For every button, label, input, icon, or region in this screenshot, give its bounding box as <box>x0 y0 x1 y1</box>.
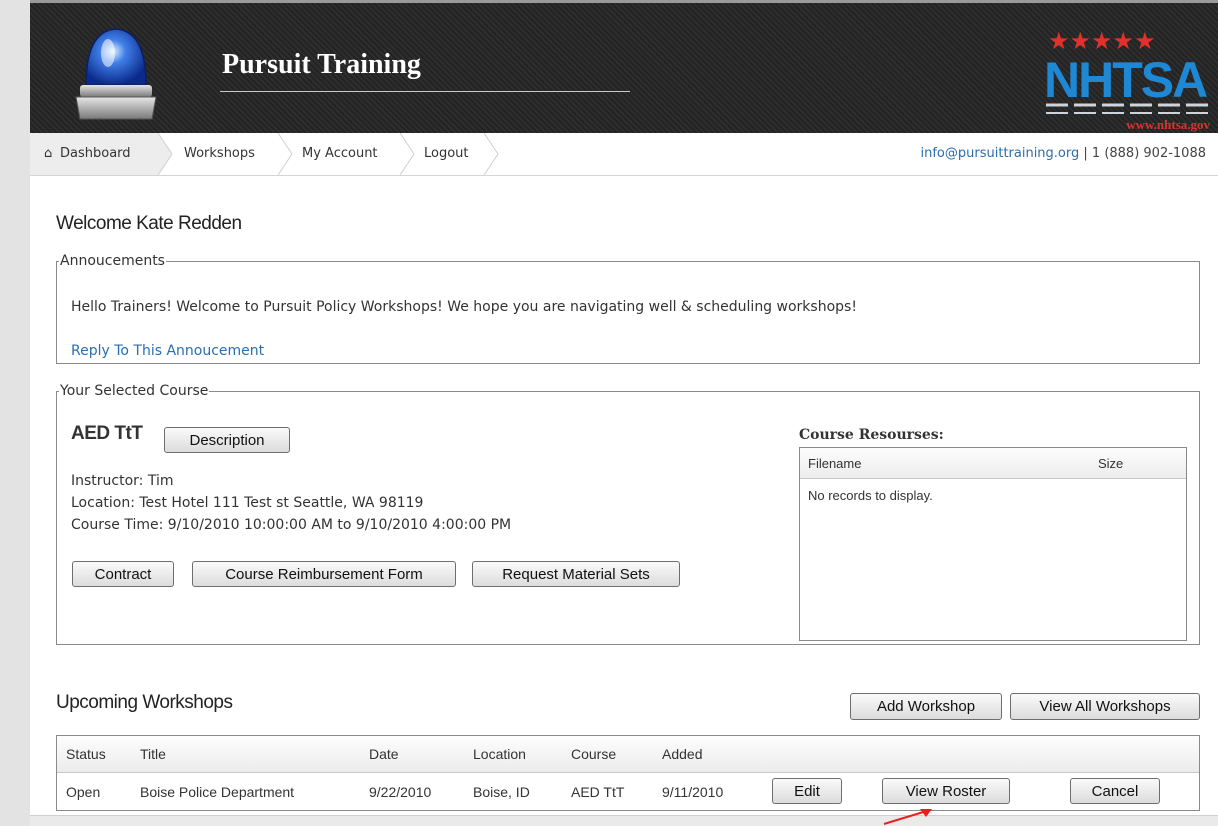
course-code: AED TtT <box>71 423 143 444</box>
nav-separator <box>158 133 173 175</box>
col-size[interactable]: Size <box>1098 456 1123 471</box>
siren-logo-icon <box>75 28 157 120</box>
nhtsa-url-text: www.nhtsa.gov <box>1126 117 1210 132</box>
nhtsa-logo-text: NHTSA <box>1044 52 1207 108</box>
table-row: Open Boise Police Department 9/22/2010 B… <box>57 772 1199 810</box>
col-title[interactable]: Title <box>140 746 166 762</box>
col-added[interactable]: Added <box>662 746 702 762</box>
home-icon: ⌂ <box>44 146 53 161</box>
nav-logout[interactable]: Logout <box>424 133 469 175</box>
cancel-button[interactable]: Cancel <box>1070 778 1160 804</box>
col-course[interactable]: Course <box>571 746 616 762</box>
course-instructor: Instructor: Tim <box>71 473 174 489</box>
row-location: Boise, ID <box>473 784 530 800</box>
workshops-table: Status Title Date Location Course Added … <box>56 735 1200 811</box>
col-location[interactable]: Location <box>473 746 526 762</box>
site-header: Pursuit Training ★★★★★ NHTSA www.nhtsa.g… <box>30 0 1218 133</box>
description-button[interactable]: Description <box>164 427 290 453</box>
nhtsa-logo[interactable]: ★★★★★ NHTSA www.nhtsa.gov <box>1044 23 1212 133</box>
row-title: Boise Police Department <box>140 784 295 800</box>
footer-strip <box>30 815 1218 826</box>
selected-course-legend: Your Selected Course <box>60 383 209 399</box>
title-underline <box>220 91 630 92</box>
row-status: Open <box>66 784 101 800</box>
upcoming-workshops-heading: Upcoming Workshops <box>56 692 233 713</box>
workshops-table-header: Status Title Date Location Course Added <box>57 736 1199 773</box>
view-all-workshops-button[interactable]: View All Workshops <box>1010 693 1200 720</box>
announcement-text: Hello Trainers! Welcome to Pursuit Polic… <box>71 299 857 315</box>
resources-empty-message: No records to display. <box>808 488 933 503</box>
row-added: 9/11/2010 <box>662 784 724 800</box>
nav-separator <box>400 133 415 175</box>
course-time: Course Time: 9/10/2010 10:00:00 AM to 9/… <box>71 517 512 533</box>
col-filename[interactable]: Filename <box>808 456 861 471</box>
row-date: 9/22/2010 <box>369 784 432 800</box>
col-status[interactable]: Status <box>66 746 106 762</box>
view-roster-button[interactable]: View Roster <box>882 778 1010 804</box>
reply-announcement-link[interactable]: Reply To This Annoucement <box>71 343 264 359</box>
contract-button[interactable]: Contract <box>72 561 174 587</box>
resources-table-header: Filename Size <box>800 448 1186 479</box>
nav-my-account[interactable]: My Account <box>302 133 378 175</box>
nav-separator <box>278 133 293 175</box>
announcements-legend: Annoucements <box>60 253 165 269</box>
selected-course-box: Your Selected Course AED TtT Description… <box>56 383 1200 645</box>
contact-phone: | 1 (888) 902-1088 <box>1083 146 1206 161</box>
site-title: Pursuit Training <box>222 49 421 80</box>
row-course: AED TtT <box>571 784 625 800</box>
course-location: Location: Test Hotel 111 Test st Seattle… <box>71 495 424 511</box>
red-arrow-annotation-icon <box>883 809 932 825</box>
contact-info: info@pursuittraining.org | 1 (888) 902-1… <box>921 133 1207 175</box>
nav-dashboard-label: Dashboard <box>60 146 131 161</box>
contact-email-link[interactable]: info@pursuittraining.org <box>921 146 1080 161</box>
edit-button[interactable]: Edit <box>772 778 842 804</box>
add-workshop-button[interactable]: Add Workshop <box>850 693 1002 720</box>
page-frame: Pursuit Training ★★★★★ NHTSA www.nhtsa.g… <box>30 0 1218 826</box>
main-nav: ⌂ Dashboard Workshops My Account Logout … <box>30 133 1218 176</box>
nhtsa-stars: ★★★★★ <box>1048 27 1156 55</box>
course-reimbursement-button[interactable]: Course Reimbursement Form <box>192 561 456 587</box>
col-date[interactable]: Date <box>369 746 399 762</box>
announcements-box: Annoucements Hello Trainers! Welcome to … <box>56 253 1200 364</box>
nav-dashboard[interactable]: ⌂ Dashboard <box>30 133 158 175</box>
request-material-sets-button[interactable]: Request Material Sets <box>472 561 680 587</box>
course-resources-table: Filename Size No records to display. <box>799 447 1187 641</box>
nav-workshops[interactable]: Workshops <box>184 133 255 175</box>
nav-separator <box>484 133 499 175</box>
welcome-heading: Welcome Kate Redden <box>56 213 242 234</box>
course-resources-title: Course Resourses: <box>799 427 944 443</box>
